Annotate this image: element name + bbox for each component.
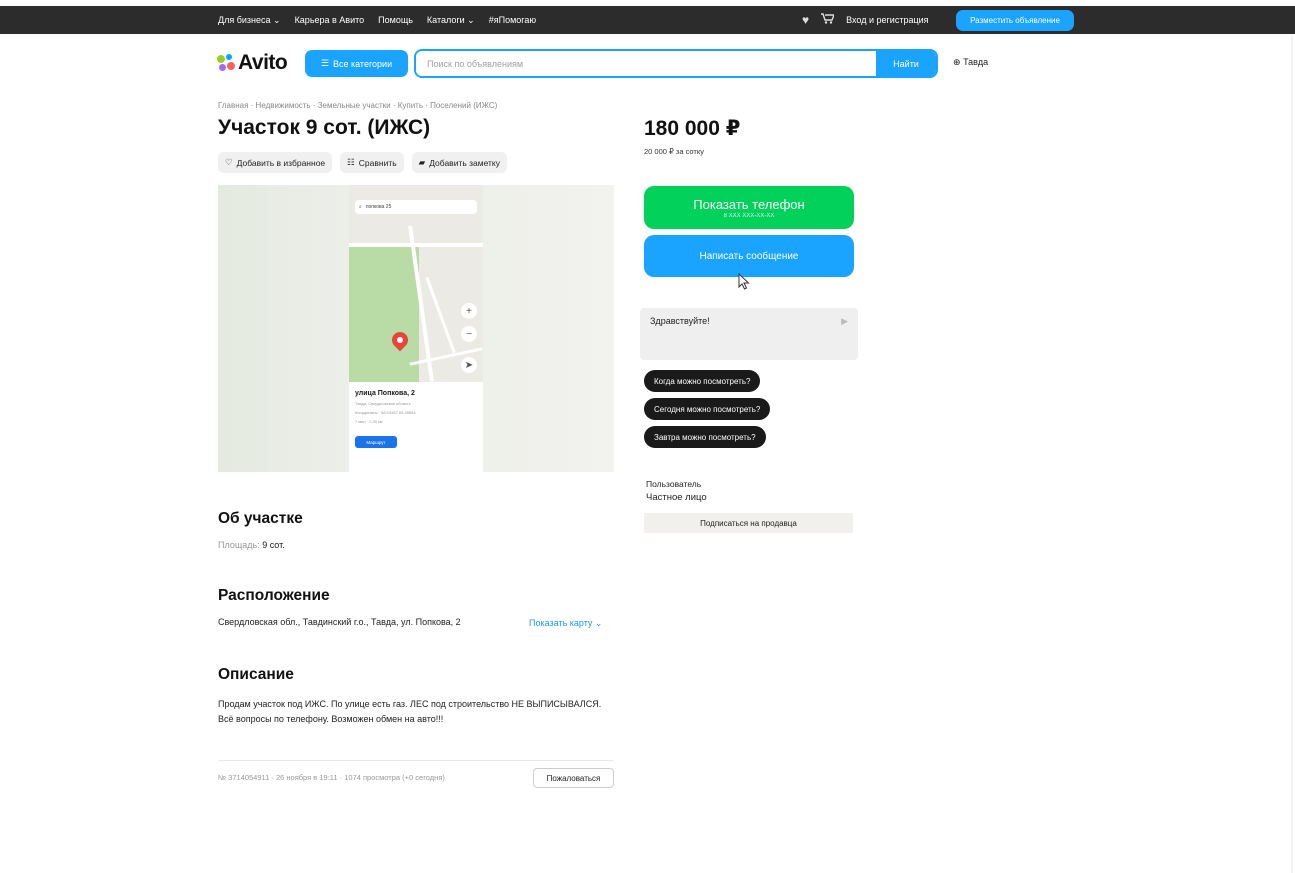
search-bar: Найти <box>414 49 938 78</box>
add-note-button[interactable]: ▰ Добавить заметку <box>411 152 508 173</box>
chat-box[interactable]: Здравствуйте! ▶ <box>640 308 858 360</box>
phone-screenshot: ⌕ попкова 25 + − ➤ улица Попкова, 2 Тавд… <box>349 185 483 472</box>
compare-label: Сравнить <box>358 157 397 168</box>
map-road <box>425 276 456 354</box>
map-blur-left <box>218 185 349 472</box>
scrollbar[interactable] <box>1291 34 1293 873</box>
quick-reply-tomorrow[interactable]: Завтра можно посмотреть? <box>644 426 766 448</box>
description-text: Продам участок под ИЖС. По улице есть га… <box>218 699 602 724</box>
search-icon: ⌕ <box>359 204 362 210</box>
area-info: Площадь: 9 сот. <box>218 540 285 550</box>
heart-outline-icon: ♡ <box>225 157 233 167</box>
phone-map: ⌕ попкова 25 + − ➤ <box>349 185 483 382</box>
add-note-label: Добавить заметку <box>429 157 501 168</box>
phone-coords: Координаты · 58.03467 65.28654 <box>355 410 416 415</box>
topbar-link-help[interactable]: Помощь <box>378 15 413 25</box>
post-ad-button[interactable]: Разместить объявление <box>956 10 1074 31</box>
navigate-icon: ➤ <box>461 357 477 373</box>
topbar-link-help-tag[interactable]: #яПомогаю <box>489 15 536 25</box>
topbar-nav: Для бизнеса ⌄ Карьера в Авито Помощь Кат… <box>218 6 536 34</box>
compare-icon: ☷ <box>347 157 355 167</box>
area-value: 9 сот. <box>262 540 285 550</box>
subscribe-seller-button[interactable]: Подписаться на продавца <box>644 513 853 533</box>
logo-text: Avito <box>238 51 288 74</box>
topbar-link-catalogs[interactable]: Каталоги ⌄ <box>427 15 475 26</box>
write-message-button[interactable]: Написать сообщение <box>644 235 854 277</box>
all-categories-button[interactable]: ☰ Все категории <box>305 50 408 77</box>
listing-actions: ♡ Добавить в избранное ☷ Сравнить ▰ Доба… <box>218 152 508 173</box>
add-favorite-label: Добавить в избранное <box>236 157 326 168</box>
show-phone-label: Показать телефон <box>693 196 805 212</box>
cursor-icon <box>738 272 750 295</box>
login-link[interactable]: Вход и регистрация <box>846 15 928 25</box>
divider <box>218 760 614 761</box>
phone-search-text: попкова 25 <box>365 204 392 210</box>
phone-address: улица Попкова, 2 <box>355 390 415 397</box>
page-title: Участок 9 сот. (ИЖС) <box>218 116 431 139</box>
cart-icon[interactable] <box>821 13 836 27</box>
heart-icon[interactable]: ♥ <box>802 13 809 27</box>
location-label: Тавда <box>963 57 989 67</box>
show-map-link[interactable]: Показать карту ⌄ <box>529 618 602 629</box>
logo-dots-icon <box>217 54 235 72</box>
phone-search-field: ⌕ попкова 25 <box>355 200 477 214</box>
quick-reply-when[interactable]: Когда можно посмотреть? <box>644 370 761 392</box>
search-input[interactable] <box>416 51 876 76</box>
phone-address-card: улица Попкова, 2 Тавда, Свердловская обл… <box>349 382 483 472</box>
phone-distance: 7 мин · 2,39 км <box>355 419 383 424</box>
compare-button[interactable]: ☷ Сравнить <box>340 152 404 173</box>
topbar-link-business[interactable]: Для бизнеса ⌄ <box>218 15 281 26</box>
chat-message-input[interactable]: Здравствуйте! <box>650 316 710 326</box>
add-favorite-button[interactable]: ♡ Добавить в избранное <box>218 152 333 173</box>
top-bar: Для бизнеса ⌄ Карьера в Авито Помощь Кат… <box>0 6 1295 34</box>
report-button[interactable]: Пожаловаться <box>533 768 614 788</box>
seller-type: Частное лицо <box>646 492 707 503</box>
topbar-link-career[interactable]: Карьера в Авито <box>295 15 365 25</box>
zoom-out-icon: − <box>461 326 477 342</box>
location-icon: ⊕ <box>953 57 961 67</box>
price: 180 000 ₽ <box>644 117 741 140</box>
map-blur-right <box>483 185 614 472</box>
location-selector[interactable]: ⊕ Тавда <box>953 57 988 68</box>
send-icon[interactable]: ▶ <box>841 316 848 327</box>
quick-reply-today[interactable]: Сегодня можно посмотреть? <box>644 398 771 420</box>
price-per-sotka: 20 000 ₽ за сотку <box>644 147 704 156</box>
phone-mask: 8 XXX XXX-XX-XX <box>723 212 775 219</box>
about-heading: Об участке <box>218 510 303 527</box>
search-button[interactable]: Найти <box>876 51 936 76</box>
listing-photo-map[interactable]: ⌕ попкова 25 + − ➤ улица Попкова, 2 Тавд… <box>218 185 614 472</box>
zoom-in-icon: + <box>461 303 477 319</box>
seller-role[interactable]: Пользователь <box>646 479 701 489</box>
avito-logo[interactable]: Avito <box>217 51 288 75</box>
note-icon: ▰ <box>418 157 426 167</box>
phone-region: Тавда, Свердловская область <box>355 401 411 406</box>
location-heading: Расположение <box>218 587 330 604</box>
topbar-right: ♥ Вход и регистрация <box>802 6 929 34</box>
breadcrumb[interactable]: Главная · Недвижимость · Земельные участ… <box>218 101 497 110</box>
description-heading: Описание <box>218 666 294 683</box>
address-text: Свердловская обл., Тавдинский г.о., Тавд… <box>218 617 461 627</box>
all-categories-label: Все категории <box>332 58 393 69</box>
listing-meta: № 3714054911 · 26 ноября в 19:11 · 1074 … <box>218 773 445 782</box>
phone-route-button: Маршрут <box>355 436 397 448</box>
area-label: Площадь: <box>218 540 260 550</box>
map-road <box>349 243 483 247</box>
show-phone-button[interactable]: Показать телефон 8 XXX XXX-XX-XX <box>644 186 854 229</box>
categories-icon: ☰ <box>320 58 329 68</box>
